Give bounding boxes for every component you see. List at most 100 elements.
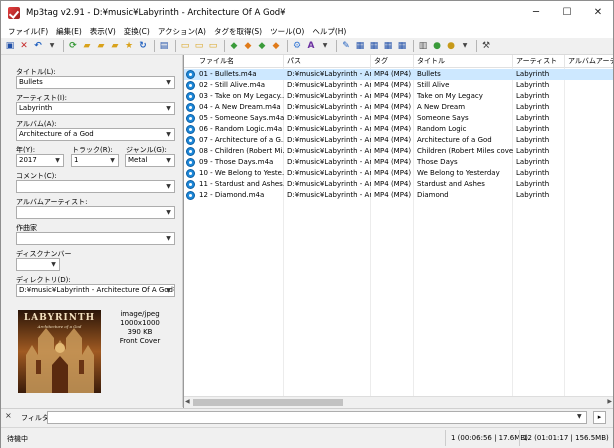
table-row[interactable]: 04 - A New Dream.m4a D:¥music¥Labyrinth -…	[184, 102, 613, 113]
chevron-down-icon[interactable]: ▼	[163, 207, 174, 218]
album-cover-art[interactable]: LABYRINTH Architecture of a God	[18, 310, 101, 393]
chevron-down-icon[interactable]: ▼	[107, 155, 118, 166]
dropdown-arrow-icon[interactable]: ▼	[319, 40, 331, 52]
dropdown-arrow-icon[interactable]: ▼	[459, 40, 471, 52]
column-album-artist[interactable]: アルバムアーティ	[565, 55, 613, 68]
cell-artist: Labyrinth	[516, 125, 550, 133]
save-icon[interactable]: ▣	[4, 40, 16, 52]
filename-to-tag-icon[interactable]: ▭	[193, 40, 205, 52]
table-row[interactable]: 12 - Diamond.m4a D:¥music¥Labyrinth - Ar.…	[184, 190, 613, 201]
chevron-down-icon[interactable]: ▼	[163, 129, 174, 140]
year-value: 2017	[19, 156, 37, 164]
tag-orange-icon[interactable]: ◆	[242, 40, 254, 52]
cell-artist: Labyrinth	[516, 92, 550, 100]
menu-view[interactable]: 表示(V)	[86, 26, 120, 37]
genre-field[interactable]: Metal ▼	[125, 154, 175, 167]
menu-help[interactable]: ヘルプ(H)	[308, 26, 350, 37]
album-field[interactable]: Architecture of a God ▼	[16, 128, 175, 141]
amazon-icon[interactable]: ●	[445, 40, 457, 52]
web-sources-icon[interactable]: ▦	[396, 40, 408, 52]
chevron-down-icon[interactable]: ▼	[163, 285, 174, 296]
column-filename[interactable]: ファイル名	[196, 55, 284, 68]
menu-edit[interactable]: 編集(E)	[52, 26, 86, 37]
dropdown-arrow-icon[interactable]: ▼	[46, 40, 58, 52]
edit-icon[interactable]: ✎	[340, 40, 352, 52]
chevron-down-icon[interactable]: ▼	[163, 155, 174, 166]
chevron-down-icon[interactable]: ▼	[163, 233, 174, 244]
undo-icon[interactable]: ↶	[32, 40, 44, 52]
extended-tags-icon[interactable]: ▦	[354, 40, 366, 52]
table-row[interactable]: 10 - We Belong to Yeste... D:¥music¥Labyr…	[184, 168, 613, 179]
chevron-down-icon[interactable]: ▼	[163, 77, 174, 88]
horizontal-scrollbar[interactable]: ◀ ▶	[184, 396, 613, 408]
menu-tools[interactable]: ツール(O)	[266, 26, 308, 37]
freedb-icon[interactable]: ●	[431, 40, 443, 52]
add-folder-icon[interactable]: ▰	[95, 40, 107, 52]
table-row[interactable]: 08 - Children (Robert Mi... D:¥music¥Laby…	[184, 146, 613, 157]
table-row[interactable]: 01 - Bullets.m4a D:¥music¥Labyrinth - Ar.…	[184, 69, 613, 80]
select-all-icon[interactable]: ▤	[158, 40, 170, 52]
favorite-star-icon[interactable]: ★	[123, 40, 135, 52]
export-icon[interactable]: ▦	[382, 40, 394, 52]
column-path[interactable]: パス	[284, 55, 371, 68]
tag-text-icon[interactable]: ◆	[256, 40, 268, 52]
open-folder-icon[interactable]: ▰	[81, 40, 93, 52]
composer-field[interactable]: ▼	[16, 232, 175, 245]
menu-tag-sources[interactable]: タグを取得(S)	[210, 26, 266, 37]
track-field[interactable]: 1 ▼	[71, 154, 119, 167]
filter-dropdown-icon[interactable]: ▼	[577, 413, 582, 420]
title-field[interactable]: Bullets ▼	[16, 76, 175, 89]
cell-artist: Labyrinth	[516, 191, 550, 199]
cell-filename: 01 - Bullets.m4a	[199, 70, 257, 78]
format-values-icon[interactable]: ▭	[207, 40, 219, 52]
menu-convert[interactable]: 変換(C)	[120, 26, 154, 37]
artist-field[interactable]: Labyrinth ▼	[16, 102, 175, 115]
cell-tag: MP4 (MP4)	[374, 191, 412, 199]
tag-to-filename-icon[interactable]: ▭	[179, 40, 191, 52]
cell-filename: 07 - Architecture of a G...	[199, 136, 284, 144]
cell-tag: MP4 (MP4)	[374, 114, 412, 122]
menu-actions[interactable]: アクション(A)	[154, 26, 210, 37]
chevron-down-icon[interactable]: ▼	[52, 155, 63, 166]
reload-icon[interactable]: ↻	[137, 40, 149, 52]
text-tag-icon[interactable]: ◆	[270, 40, 282, 52]
year-field[interactable]: 2017 ▼	[16, 154, 64, 167]
menu-file[interactable]: ファイル(F)	[4, 26, 52, 37]
table-row[interactable]: 06 - Random Logic.m4a D:¥music¥Labyrinth …	[184, 124, 613, 135]
maximize-button[interactable]: ☐	[552, 1, 582, 24]
refresh-icon[interactable]: ⟳	[67, 40, 79, 52]
directory-field[interactable]: D:¥music¥Labyrinth - Architecture Of A G…	[16, 284, 175, 297]
column-title[interactable]: タイトル	[414, 55, 513, 68]
filter-close-icon[interactable]: ×	[5, 411, 12, 420]
print-icon[interactable]: ▥	[417, 40, 429, 52]
column-artist[interactable]: アーティスト	[513, 55, 565, 68]
filter-go-button[interactable]: ▸	[593, 411, 606, 424]
chevron-down-icon[interactable]: ▼	[163, 181, 174, 192]
actions-icon[interactable]: ⚙	[291, 40, 303, 52]
table-row[interactable]: 11 - Stardust and Ashes.... D:¥music¥Laby…	[184, 179, 613, 190]
comment-field[interactable]: ▼	[16, 180, 175, 193]
album-artist-field[interactable]: ▼	[16, 206, 175, 219]
filter-input[interactable]	[47, 411, 587, 424]
table-row[interactable]: 05 - Someone Says.m4a D:¥music¥Labyrinth …	[184, 113, 613, 124]
scrollbar-thumb[interactable]	[193, 399, 343, 406]
table-row[interactable]: 07 - Architecture of a G... D:¥music¥Laby…	[184, 135, 613, 146]
disc-number-field[interactable]: ▼	[16, 258, 60, 271]
scroll-right-icon[interactable]: ▶	[607, 398, 612, 405]
remove-tag-icon[interactable]: ✕	[18, 40, 30, 52]
settings-wrench-icon[interactable]: ⚒	[480, 40, 492, 52]
cell-path: D:¥music¥Labyrinth - Ar...	[287, 103, 371, 111]
table-row[interactable]: 09 - Those Days.m4a D:¥music¥Labyrinth - …	[184, 157, 613, 168]
scroll-left-icon[interactable]: ◀	[185, 398, 190, 405]
playlist-icon[interactable]: ▦	[368, 40, 380, 52]
case-conversion-icon[interactable]: A	[305, 40, 317, 52]
tag-green-icon[interactable]: ◆	[228, 40, 240, 52]
folder-icon[interactable]: ▰	[109, 40, 121, 52]
close-button[interactable]: ✕	[583, 1, 613, 24]
table-row[interactable]: 03 - Take on My Legacy... D:¥music¥Labyri…	[184, 91, 613, 102]
minimize-button[interactable]: ─	[521, 1, 551, 24]
chevron-down-icon[interactable]: ▼	[163, 103, 174, 114]
chevron-down-icon[interactable]: ▼	[48, 259, 59, 270]
column-tag[interactable]: タグ	[371, 55, 414, 68]
table-row[interactable]: 02 - Still Alive.m4a D:¥music¥Labyrinth -…	[184, 80, 613, 91]
